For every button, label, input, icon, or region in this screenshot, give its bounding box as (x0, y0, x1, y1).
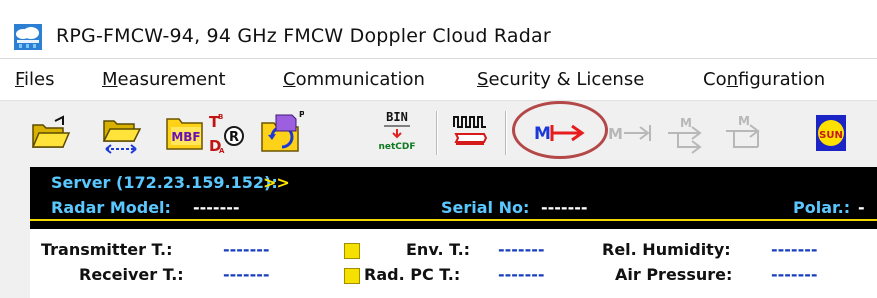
receiver-temp-label: Receiver T.: (79, 265, 184, 284)
serial-label: Serial No: (441, 198, 530, 217)
radar-model-label: Radar Model: (51, 198, 171, 217)
radpc-temp-value: ------- (498, 265, 545, 284)
transmitter-temp-label: Transmitter T.: (41, 240, 173, 259)
radpc-temp-indicator (344, 268, 360, 284)
env-temp-label: Env. T.: (406, 240, 471, 259)
pressure-label: Air Pressure: (615, 265, 733, 284)
measurement-redirect-button[interactable]: M (664, 107, 710, 157)
humidity-label: Rel. Humidity: (602, 240, 731, 259)
stop-m-text: M (608, 125, 623, 143)
menu-measurement-label: easurement (117, 69, 226, 90)
menu-communication-mnemonic: C (283, 69, 296, 90)
transmitter-temp-value: ------- (223, 240, 270, 259)
app-cloud-radar-icon (14, 24, 42, 50)
bin-netcdf-icon: BIN netCDF (378, 110, 415, 152)
menu-communication-label: ommunication (295, 69, 425, 90)
netcdf-text: netCDF (378, 142, 415, 152)
env-temp-indicator (344, 243, 360, 259)
folder-transfer-icon (102, 120, 142, 154)
polar-label: Polar.: (793, 198, 851, 217)
open-folder-button[interactable] (27, 107, 73, 157)
highlight-ellipse (512, 101, 608, 159)
sun-text: SUN (819, 130, 843, 141)
menu-communication[interactable]: Communication (283, 69, 425, 90)
menu-files-mnemonic: F (15, 69, 25, 90)
menu-security-license[interactable]: Security & License (477, 69, 644, 90)
stop-measurement-button[interactable]: M (606, 107, 656, 157)
pressure-value: ------- (771, 265, 818, 284)
sensor-readings-panel: Transmitter T.: ------- Receiver T.: ---… (30, 229, 877, 298)
status-divider (30, 219, 877, 221)
stop-measurement-icon: M (608, 125, 651, 143)
radar-model-value: ------- (193, 198, 240, 217)
menu-measurement-mnemonic: M (102, 69, 118, 90)
toolbar: MBF T B D A R P BIN netCDF M M M M SUN (0, 100, 877, 163)
radar-app-window: RPG-FMCW-94, 94 GHz FMCW Doppler Cloud R… (0, 0, 877, 298)
title-bar: RPG-FMCW-94, 94 GHz FMCW Doppler Cloud R… (0, 0, 877, 58)
redirect-m-text: M (680, 116, 692, 130)
refresh-folder-icon: P (261, 110, 305, 152)
loop-m-text: M (738, 114, 750, 128)
mbf-badge-text: MBF (171, 130, 200, 144)
serial-value: ------- (541, 198, 588, 217)
env-temp-value: ------- (498, 240, 545, 259)
toolbar-separator-2 (505, 111, 507, 155)
server-arrows: >> (263, 173, 290, 192)
mbf-file-button[interactable]: MBF (162, 107, 208, 157)
menu-bar: Files Measurement Communication Security… (0, 58, 877, 101)
process-data-button[interactable]: P (258, 107, 305, 157)
tb-sub-a: A (219, 147, 225, 155)
menu-configuration[interactable]: Configuration (703, 69, 825, 90)
menu-files-label: iles (24, 69, 55, 90)
open-folder-icon (31, 115, 71, 148)
pulse-signal-icon (453, 116, 488, 145)
menu-files[interactable]: Files (15, 69, 55, 90)
menu-configuration-label: figuration (738, 69, 826, 90)
tb-da-reference-button[interactable]: T B D A R (204, 107, 250, 157)
tb-letter-r: R (229, 130, 239, 145)
folder-transfer-button[interactable] (98, 107, 144, 157)
bin-text: BIN (386, 110, 408, 124)
measurement-loop-button[interactable]: M (722, 107, 768, 157)
menu-measurement[interactable]: Measurement (102, 69, 226, 90)
menu-security-mnemonic: S (477, 69, 489, 90)
sun-icon: SUN (816, 115, 846, 151)
toolbar-separator (436, 111, 438, 155)
tb-sub-b: B (218, 113, 223, 121)
tb-letter-p: P (299, 110, 304, 119)
sun-scan-button[interactable]: SUN (808, 107, 854, 157)
radpc-temp-label: Rad. PC T.: (364, 265, 461, 284)
loop-arrow-icon: M (726, 114, 760, 148)
menu-security-label: ecurity & License (488, 69, 645, 90)
humidity-value: ------- (771, 240, 818, 259)
menu-configuration-pre: Co (703, 69, 727, 90)
chirp-sequence-button[interactable] (448, 107, 494, 157)
polar-value: - (858, 198, 865, 217)
server-label: Server (172.23.159.152): (51, 173, 278, 192)
redirect-down-icon: M (668, 116, 702, 154)
receiver-temp-value: ------- (223, 265, 270, 284)
window-title: RPG-FMCW-94, 94 GHz FMCW Doppler Cloud R… (56, 25, 551, 47)
tb-da-reference-icon: T B D A R (209, 113, 244, 155)
menu-configuration-mnemonic: n (726, 69, 739, 90)
mbf-folder-icon: MBF (166, 118, 203, 150)
bin-to-netcdf-button[interactable]: BIN netCDF (374, 107, 420, 157)
